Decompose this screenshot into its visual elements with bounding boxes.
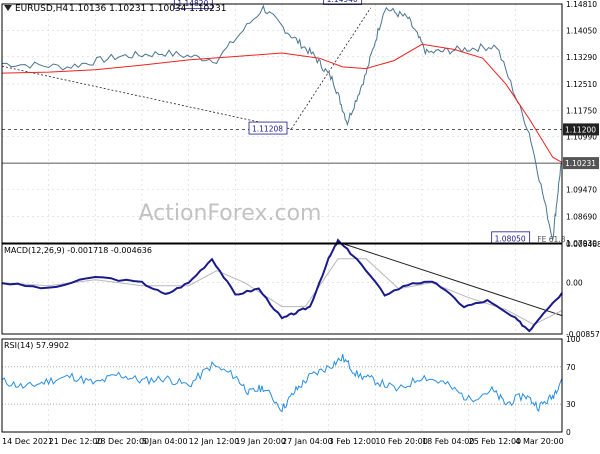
rsi-y-tick-label: 0 [566,428,571,437]
rsi-y-tick-label: 100 [566,335,581,344]
x-tick-label: 19 Jan 20:00 [235,437,286,446]
price-y-tick-label: 1.12510 [566,80,597,89]
symbol-label: EURUSD,H4 [15,4,68,14]
x-tick-label: 25 Feb 12:00 [469,437,521,446]
price-y-tick-label: 1.08690 [566,213,597,222]
price-y-tick-label: 1.13290 [566,53,597,62]
x-tick-label: 12 Jan 12:00 [189,437,240,446]
macd-title: MACD(12,26,9) -0.001718 -0.004636 [4,246,152,255]
x-tick-label: 14 Dec 2021 [2,437,53,446]
price-level-label: 1.10231 [565,159,596,168]
price-y-tick-label: 1.09470 [566,186,597,195]
price-y-tick-label: 1.14810 [566,0,597,9]
rsi-title: RSI(14) 57.9902 [4,341,69,350]
x-tick-label: 3 Feb 12:00 [329,437,376,446]
chart-svg: ActionForex.com 1.148201.149401.112081.0… [0,0,600,450]
macd-y-tick-label: 0.006468 [566,240,600,249]
price-level-label: 1.11200 [565,125,596,134]
forex-chart: ActionForex.com 1.148201.149401.112081.0… [0,0,600,450]
watermark: ActionForex.com [139,201,322,226]
macd-y-tick-label: 0.00 [566,279,583,288]
ohlc-values: 1.10136 1.10231 1.10034 1.10231 [69,4,226,14]
x-tick-label: 10 Feb 20:00 [375,437,427,446]
x-tick-label: 4 Mar 20:00 [515,437,563,446]
x-tick-label: 18 Feb 04:00 [422,437,474,446]
price-annotation-label: 1.08050 [495,234,526,243]
price-y-tick-label: 1.14050 [566,26,597,35]
rsi-y-tick-label: 70 [566,363,576,372]
price-y-tick-label: 1.11750 [566,106,597,115]
price-annotation-label: 1.11208 [252,125,283,134]
x-tick-label: 5 Jan 04:00 [142,437,188,446]
x-tick-label: 27 Jan 04:00 [282,437,333,446]
rsi-y-tick-label: 30 [566,400,576,409]
price-annotation-label: 1.14940 [327,0,358,4]
